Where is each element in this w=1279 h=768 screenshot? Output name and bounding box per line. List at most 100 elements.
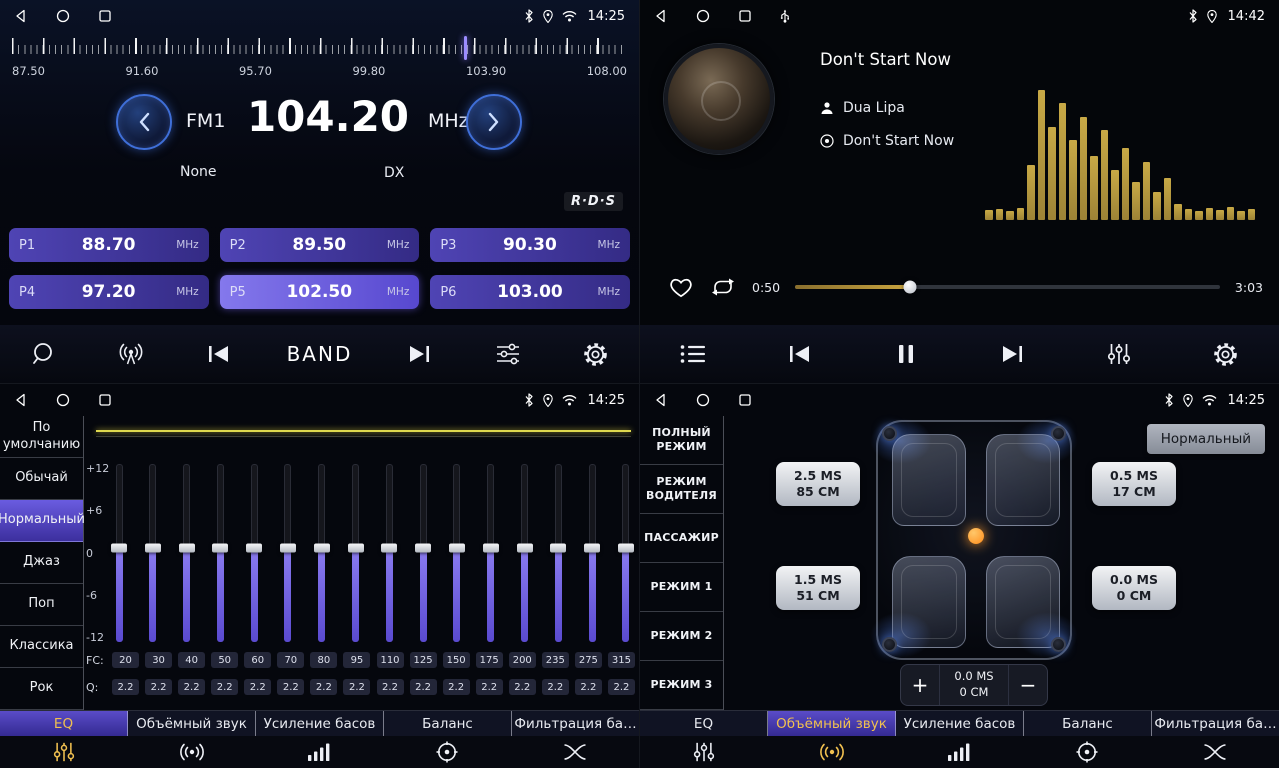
stage-mode-item[interactable]: ПОЛНЫЙ РЕЖИМ — [640, 416, 723, 465]
slider-handle[interactable] — [179, 543, 195, 552]
listening-position-dot[interactable] — [968, 528, 984, 544]
preset-button[interactable]: P1 88.70 MHz — [9, 228, 209, 262]
band-fc-value[interactable]: 50 — [211, 652, 238, 668]
slider-handle[interactable] — [145, 543, 161, 552]
band-q-value[interactable]: 2.2 — [178, 679, 205, 695]
seek-bar[interactable] — [795, 285, 1220, 289]
slider-handle[interactable] — [246, 543, 262, 552]
audio-tab[interactable]: Усиление басов — [256, 711, 384, 736]
delay-increase-button[interactable]: + — [901, 665, 939, 705]
preset-button[interactable]: P2 89.50 MHz — [220, 228, 420, 262]
audio-tab[interactable]: Объёмный звук — [128, 711, 256, 736]
audio-tab[interactable]: Усиление басов — [896, 711, 1024, 736]
previous-track-button[interactable] — [780, 345, 820, 363]
next-track-button[interactable] — [993, 345, 1033, 363]
preset-button[interactable]: P3 90.30 MHz — [430, 228, 630, 262]
eq-preset-item[interactable]: Поп — [0, 584, 83, 626]
eq-band-slider[interactable] — [315, 464, 329, 642]
settings-button[interactable] — [1206, 341, 1246, 368]
band-q-value[interactable]: 2.2 — [575, 679, 602, 695]
band-fc-value[interactable]: 150 — [443, 652, 470, 668]
eq-band-slider[interactable] — [146, 464, 160, 642]
band-q-value[interactable]: 2.2 — [145, 679, 172, 695]
tab-surround-icon-button[interactable] — [768, 742, 896, 762]
band-fc-value[interactable]: 30 — [145, 652, 172, 668]
repeat-icon[interactable] — [709, 276, 737, 298]
scan-button[interactable] — [24, 341, 64, 367]
tune-down-button[interactable] — [116, 94, 172, 150]
audio-tab[interactable]: Баланс — [1024, 711, 1152, 736]
nav-back-button[interactable] — [654, 393, 668, 407]
slider-handle[interactable] — [381, 543, 397, 552]
band-fc-value[interactable]: 275 — [575, 652, 602, 668]
nav-home-button[interactable] — [56, 9, 70, 23]
nav-recents-button[interactable] — [98, 9, 112, 23]
band-fc-value[interactable]: 235 — [542, 652, 569, 668]
eq-band-slider[interactable] — [247, 464, 261, 642]
nav-back-button[interactable] — [14, 9, 28, 23]
eq-band-slider[interactable] — [349, 464, 363, 642]
slider-handle[interactable] — [618, 543, 634, 552]
delay-rear-left-button[interactable]: 1.5 MS 51 CM — [776, 566, 860, 610]
tab-eq-icon-button[interactable] — [640, 741, 768, 763]
stage-mode-item[interactable]: РЕЖИМ ВОДИТЕЛЯ — [640, 465, 723, 514]
playlist-button[interactable] — [673, 344, 713, 364]
eq-preset-item[interactable]: Классика — [0, 626, 83, 668]
tab-balance-icon-button[interactable] — [383, 741, 511, 763]
band-q-value[interactable]: 2.2 — [608, 679, 635, 695]
slider-handle[interactable] — [212, 543, 228, 552]
band-fc-value[interactable]: 40 — [178, 652, 205, 668]
tab-eq-icon-button[interactable] — [0, 741, 128, 763]
eq-band-slider[interactable] — [518, 464, 532, 642]
stage-mode-item[interactable]: РЕЖИМ 2 — [640, 612, 723, 661]
slider-handle[interactable] — [449, 543, 465, 552]
tune-up-button[interactable] — [466, 94, 522, 150]
tab-bass-boost-icon-button[interactable] — [896, 742, 1024, 762]
nav-home-button[interactable] — [696, 9, 710, 23]
slider-handle[interactable] — [314, 543, 330, 552]
eq-preset-item[interactable]: Нормальный — [0, 500, 83, 542]
next-station-button[interactable] — [400, 345, 440, 363]
equalizer-shortcut-button[interactable] — [1099, 342, 1139, 366]
band-fc-value[interactable]: 20 — [112, 652, 139, 668]
band-q-value[interactable]: 2.2 — [509, 679, 536, 695]
tab-crossover-icon-button[interactable] — [511, 742, 639, 762]
slider-handle[interactable] — [584, 543, 600, 552]
eq-band-slider[interactable] — [112, 464, 126, 642]
band-q-value[interactable]: 2.2 — [343, 679, 370, 695]
band-q-value[interactable]: 2.2 — [476, 679, 503, 695]
delay-front-left-button[interactable]: 2.5 MS 85 CM — [776, 462, 860, 506]
eq-band-slider[interactable] — [484, 464, 498, 642]
stage-mode-item[interactable]: РЕЖИМ 1 — [640, 563, 723, 612]
audio-tab[interactable]: Объёмный звук — [768, 711, 896, 736]
nav-recents-button[interactable] — [738, 9, 752, 23]
band-q-value[interactable]: 2.2 — [542, 679, 569, 695]
settings-button[interactable] — [575, 341, 615, 368]
audio-tab[interactable]: Баланс — [384, 711, 512, 736]
eq-band-slider[interactable] — [382, 464, 396, 642]
band-button[interactable]: BAND — [287, 342, 353, 366]
band-q-value[interactable]: 2.2 — [112, 679, 139, 695]
stage-mode-item[interactable]: ПАССАЖИР — [640, 514, 723, 563]
eq-band-slider[interactable] — [180, 464, 194, 642]
slider-handle[interactable] — [550, 543, 566, 552]
broadcast-button[interactable] — [111, 342, 151, 366]
band-fc-value[interactable]: 110 — [377, 652, 404, 668]
eq-band-slider[interactable] — [416, 464, 430, 642]
eq-band-slider[interactable] — [585, 464, 599, 642]
eq-band-slider[interactable] — [281, 464, 295, 642]
nav-recents-button[interactable] — [98, 393, 112, 407]
slider-handle[interactable] — [111, 543, 127, 552]
stage-mode-item[interactable]: РЕЖИМ 3 — [640, 661, 723, 710]
preset-button[interactable]: P6 103.00 MHz — [430, 275, 630, 309]
tab-bass-boost-icon-button[interactable] — [256, 742, 384, 762]
frequency-ruler[interactable] — [12, 36, 627, 62]
band-q-value[interactable]: 2.2 — [211, 679, 238, 695]
band-fc-value[interactable]: 80 — [310, 652, 337, 668]
slider-handle[interactable] — [415, 543, 431, 552]
eq-preset-item[interactable]: Обычай — [0, 458, 83, 500]
nav-home-button[interactable] — [56, 393, 70, 407]
nav-recents-button[interactable] — [738, 393, 752, 407]
seek-bar-knob[interactable] — [903, 281, 916, 294]
band-fc-value[interactable]: 315 — [608, 652, 635, 668]
